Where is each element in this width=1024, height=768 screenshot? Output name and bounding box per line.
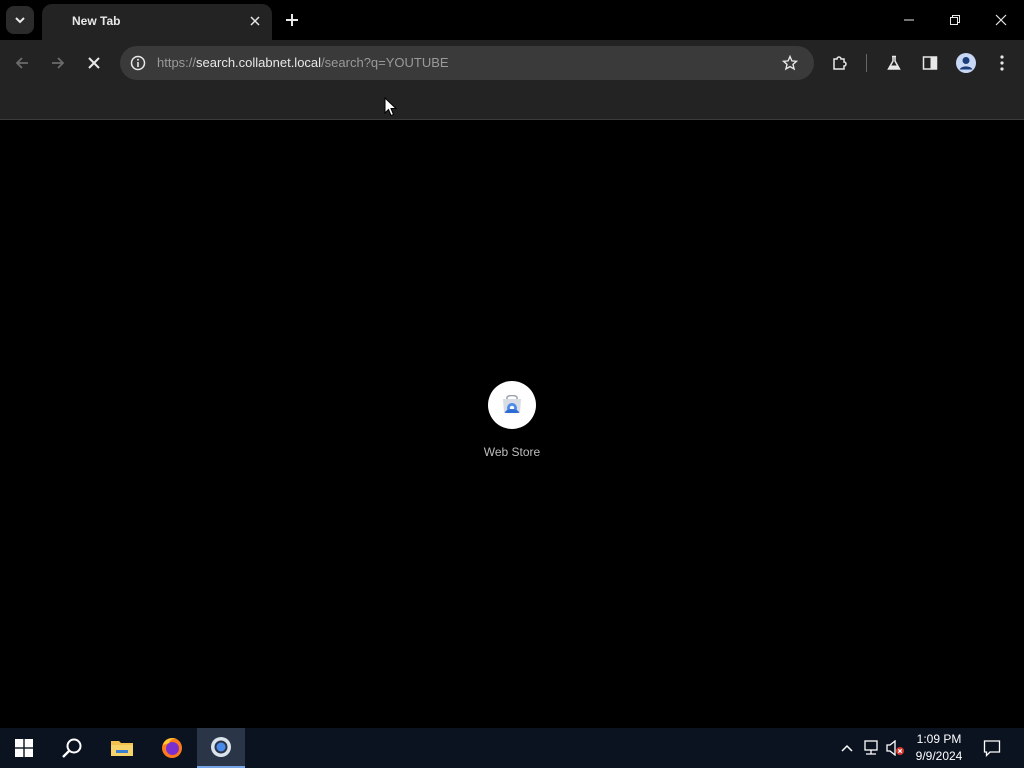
profile-button[interactable] [952, 49, 980, 77]
toolbar-divider [866, 54, 867, 72]
site-info-button[interactable] [126, 51, 150, 75]
close-icon [88, 57, 100, 69]
url-path: /search?q=YOUTUBE [321, 55, 449, 70]
side-panel-button[interactable] [916, 49, 944, 77]
search-icon [62, 738, 82, 758]
puzzle-icon [833, 56, 847, 70]
shortcut-web-store[interactable]: Web Store [470, 379, 554, 469]
browser-toolbar: https://search.collabnet.local/search?q=… [0, 40, 1024, 86]
network-icon [864, 740, 878, 755]
side-panel-icon [922, 56, 938, 70]
notification-icon [983, 740, 1001, 757]
chrome-icon [211, 737, 231, 757]
url-scheme: https:// [157, 55, 197, 70]
taskbar: 1:09 PM 9/9/2024 [0, 728, 1024, 768]
new-tab-page: Web Store [0, 121, 1024, 728]
url-host: search.collabnet.local [196, 55, 322, 70]
close-window-button[interactable] [978, 0, 1024, 40]
network-tray-button[interactable] [860, 728, 882, 768]
info-icon [130, 55, 146, 71]
extensions-button[interactable] [826, 49, 854, 77]
taskbar-search-button[interactable] [48, 728, 96, 768]
taskbar-firefox[interactable] [148, 728, 196, 768]
forward-button[interactable] [44, 49, 72, 77]
chevron-up-icon [841, 744, 853, 752]
menu-button[interactable] [988, 49, 1016, 77]
address-bar[interactable]: https://search.collabnet.local/search?q=… [120, 46, 814, 80]
tab-strip: New Tab [0, 0, 1024, 40]
new-tab-button[interactable] [281, 9, 303, 31]
chevron-down-icon [15, 17, 25, 24]
back-button[interactable] [8, 49, 36, 77]
clock-date: 9/9/2024 [915, 749, 963, 763]
volume-tray-button[interactable] [884, 728, 906, 768]
firefox-icon [162, 737, 182, 758]
minimize-button[interactable] [886, 0, 932, 40]
taskbar-file-explorer[interactable] [98, 728, 146, 768]
more-vert-icon [1000, 55, 1004, 71]
windows-logo-icon [15, 739, 33, 757]
plus-icon [286, 14, 298, 26]
close-icon [250, 16, 260, 26]
bookmarks-bar [0, 86, 1024, 120]
close-icon [995, 14, 1007, 26]
arrow-right-icon [52, 57, 65, 69]
mouse-cursor-icon [384, 97, 398, 117]
stop-loading-button[interactable] [80, 49, 108, 77]
flask-icon [887, 55, 901, 70]
tab-title: New Tab [72, 14, 121, 28]
webstore-icon [503, 395, 521, 413]
action-center-button[interactable] [978, 734, 1006, 762]
tab-new-tab[interactable]: New Tab [42, 4, 272, 40]
tab-search-button[interactable] [6, 6, 34, 34]
show-hidden-icons-button[interactable] [838, 728, 856, 768]
labs-button[interactable] [880, 49, 908, 77]
speaker-muted-icon [886, 740, 904, 756]
tab-close-button[interactable] [246, 12, 264, 30]
taskbar-chrome[interactable] [197, 728, 245, 768]
clock-time: 1:09 PM [916, 732, 962, 746]
avatar-icon [956, 53, 976, 73]
taskbar-clock[interactable]: 1:09 PM 9/9/2024 [906, 731, 972, 765]
restore-icon [950, 15, 960, 25]
bookmark-star-button[interactable] [778, 51, 802, 75]
shortcut-icon-circle [488, 381, 536, 429]
folder-icon [111, 741, 133, 756]
shortcut-label: Web Store [483, 445, 541, 459]
star-icon [782, 55, 798, 71]
start-button[interactable] [0, 728, 48, 768]
arrow-left-icon [15, 57, 28, 69]
url-text[interactable]: https://search.collabnet.local/search?q=… [157, 55, 449, 70]
minimize-icon [904, 19, 914, 21]
restore-button[interactable] [932, 0, 978, 40]
